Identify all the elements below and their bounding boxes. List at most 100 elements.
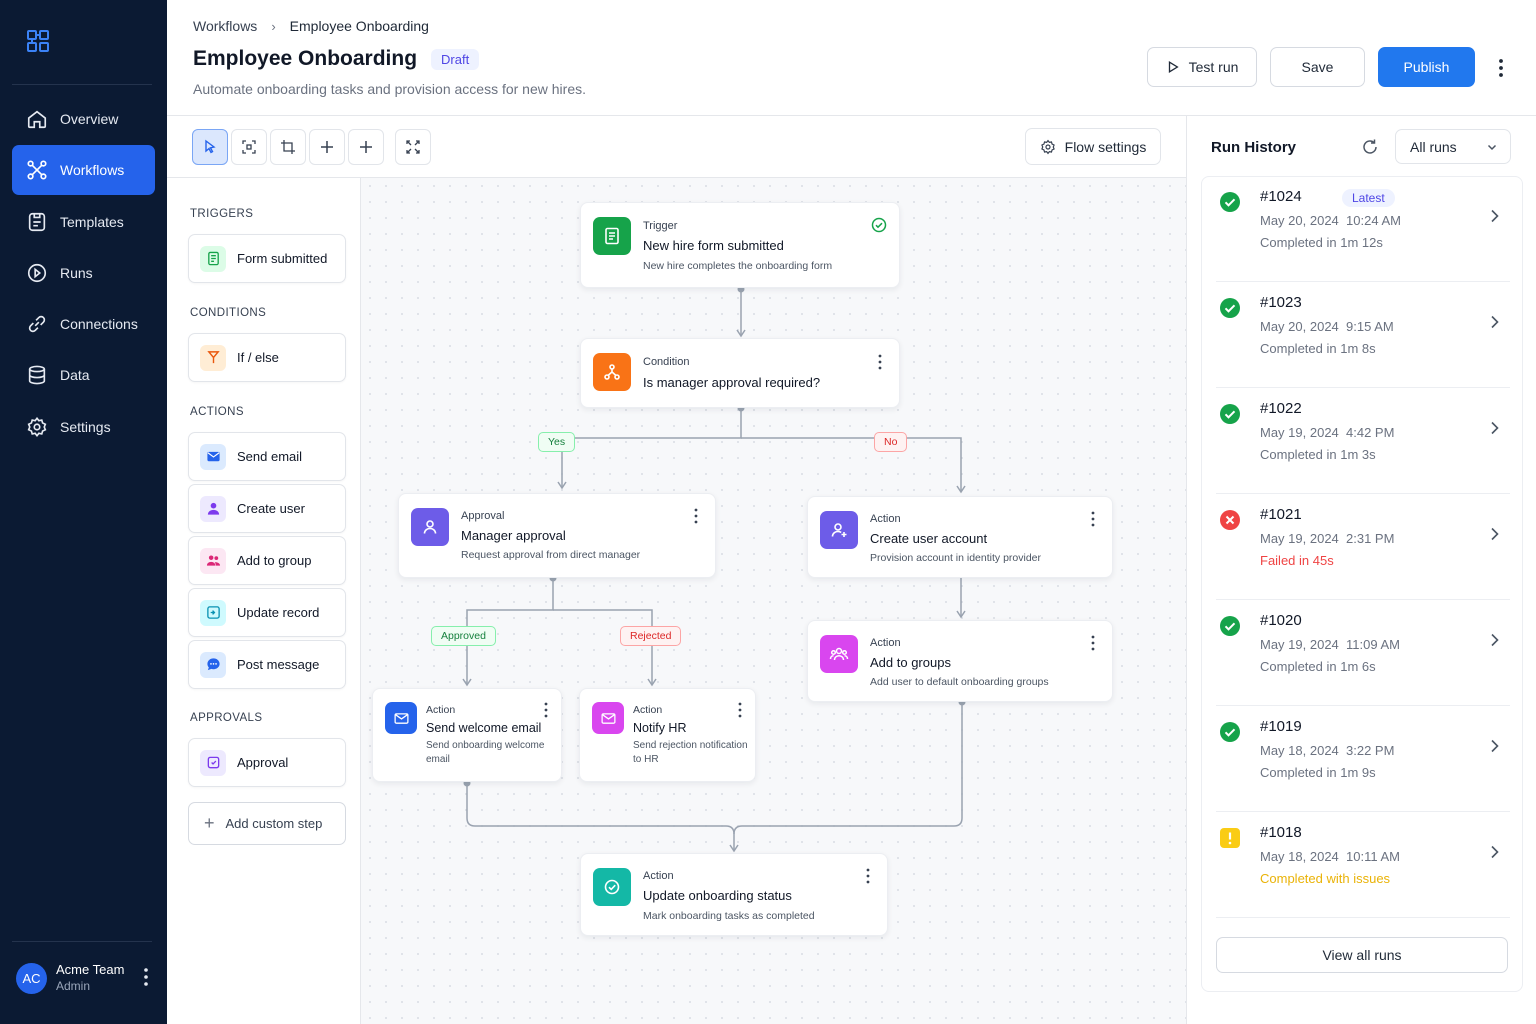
zoom-in-button[interactable]: [309, 129, 345, 165]
save-label: Save: [1301, 59, 1334, 75]
run-history-panel: Run History All runs #1024 Latest May 20…: [1186, 116, 1536, 1024]
kebab-menu-icon[interactable]: [142, 966, 150, 988]
node-title: Update onboarding status: [643, 888, 792, 903]
refresh-icon[interactable]: [1361, 138, 1379, 156]
sidebar-item-runs[interactable]: Runs: [12, 248, 155, 298]
chat-bubble-icon: [200, 651, 226, 678]
frame-select-button[interactable]: [231, 129, 267, 165]
select-tool-button[interactable]: [192, 129, 228, 165]
node-description: New hire completes the onboarding form: [643, 260, 833, 272]
node-update-onboarding-status[interactable]: Action Update onboarding status Mark onb…: [580, 853, 888, 936]
view-all-runs-button[interactable]: View all runs: [1216, 937, 1508, 973]
node-title: New hire form submitted: [643, 238, 784, 253]
user-plus-icon: [820, 511, 858, 549]
app-logo-icon[interactable]: [26, 29, 50, 53]
form-icon: [593, 217, 631, 255]
play-icon: [1168, 61, 1179, 73]
sidebar-item-templates[interactable]: Templates: [12, 197, 155, 247]
palette-section-heading: TRIGGERS: [190, 208, 254, 220]
node-notify-hr[interactable]: Action Notify HR Send rejection notifica…: [579, 688, 756, 782]
run-item[interactable]: #1023 May 20, 2024 9:15 AM Completed in …: [1216, 283, 1510, 388]
sidebar-item-label: Runs: [60, 265, 93, 281]
run-item[interactable]: #1020 May 19, 2024 11:09 AM Completed in…: [1216, 601, 1510, 706]
success-status-icon: [1220, 616, 1240, 636]
palette-item-send-email[interactable]: Send email: [188, 432, 346, 481]
palette-item-form-submitted[interactable]: Form submitted: [188, 234, 346, 283]
node-type: Condition: [643, 356, 690, 368]
plus-icon: +: [204, 813, 215, 833]
run-item[interactable]: #1019 May 18, 2024 3:22 PM Completed in …: [1216, 707, 1510, 812]
test-run-button[interactable]: Test run: [1147, 47, 1257, 87]
node-manager-approval[interactable]: Approval Manager approval Request approv…: [398, 493, 716, 578]
check-circle-icon: [593, 868, 631, 906]
run-timestamp: May 18, 2024 3:22 PM: [1260, 743, 1395, 758]
node-trigger[interactable]: Trigger New hire form submitted New hire…: [580, 202, 900, 288]
palette-item-update-record[interactable]: Update record: [188, 588, 346, 637]
kebab-menu-icon[interactable]: [693, 508, 699, 524]
success-status-icon: [1220, 298, 1240, 318]
flow-settings-button[interactable]: Flow settings: [1025, 128, 1161, 165]
workflow-canvas[interactable]: Yes No Approved Rejected Trigger New hir…: [362, 178, 1186, 1024]
branch-icon: [200, 344, 226, 371]
node-add-to-groups[interactable]: Action Add to groups Add user to default…: [807, 620, 1113, 702]
palette-item-add-to-group[interactable]: Add to group: [188, 536, 346, 585]
run-history-title: Run History: [1211, 139, 1297, 156]
kebab-menu-icon[interactable]: [877, 354, 883, 370]
run-id: #1018: [1260, 824, 1302, 841]
palette-item-create-user[interactable]: Create user: [188, 484, 346, 533]
kebab-menu-icon[interactable]: [1090, 635, 1096, 651]
save-button[interactable]: Save: [1270, 47, 1365, 87]
database-icon: [28, 365, 46, 385]
run-item[interactable]: #1022 May 19, 2024 4:42 PM Completed in …: [1216, 389, 1510, 494]
kebab-menu-icon[interactable]: [737, 702, 743, 718]
palette-item-post-message[interactable]: Post message: [188, 640, 346, 689]
gear-icon: [27, 416, 47, 438]
chevron-right-icon: [1491, 209, 1499, 223]
sidebar-item-connections[interactable]: Connections: [12, 299, 155, 349]
node-type: Action: [870, 637, 901, 649]
success-status-icon: [1220, 722, 1240, 742]
run-timestamp: May 19, 2024 2:31 PM: [1260, 531, 1395, 546]
sidebar-item-workflows[interactable]: Workflows: [12, 145, 155, 195]
crop-tool-button[interactable]: [270, 129, 306, 165]
kebab-menu-icon[interactable]: [543, 702, 549, 718]
node-description: Send rejection notification to HR: [633, 740, 748, 765]
add-custom-step-button[interactable]: + Add custom step: [188, 802, 346, 845]
sidebar-item-overview[interactable]: Overview: [12, 94, 155, 144]
breadcrumb-current: Employee Onboarding: [289, 18, 429, 34]
breadcrumb-root-link[interactable]: Workflows: [193, 18, 257, 34]
user-menu[interactable]: AC Acme Team Admin: [16, 958, 156, 998]
palette-section-heading: APPROVALS: [190, 712, 263, 724]
run-item[interactable]: #1021 May 19, 2024 2:31 PM Failed in 45s: [1216, 495, 1510, 600]
node-type: Action: [643, 870, 674, 882]
edge-label-rejected: Rejected: [620, 626, 682, 646]
kebab-menu-icon[interactable]: [865, 868, 871, 884]
mail-icon: [200, 443, 226, 470]
node-title: Add to groups: [870, 655, 951, 670]
palette-section-heading: CONDITIONS: [190, 307, 267, 319]
palette-item-approval[interactable]: Approval: [188, 738, 346, 787]
fit-view-button[interactable]: [395, 129, 431, 165]
run-item[interactable]: #1018 May 18, 2024 10:11 AM Completed wi…: [1216, 813, 1510, 918]
kebab-menu-icon[interactable]: [1090, 511, 1096, 527]
node-condition[interactable]: Condition Is manager approval required?: [580, 338, 900, 408]
palette-item-if-else[interactable]: If / else: [188, 333, 346, 382]
more-options-icon[interactable]: [1497, 58, 1505, 78]
form-icon: [200, 245, 226, 272]
success-status-icon: [1220, 404, 1240, 424]
run-detail: Completed in 1m 6s: [1260, 659, 1376, 674]
node-create-user-account[interactable]: Action Create user account Provision acc…: [807, 496, 1113, 578]
add-node-button[interactable]: [348, 129, 384, 165]
publish-button[interactable]: Publish: [1378, 47, 1475, 87]
node-send-welcome-email[interactable]: Action Send welcome email Send onboardin…: [372, 688, 562, 782]
run-timestamp: May 20, 2024 9:15 AM: [1260, 319, 1394, 334]
run-item[interactable]: #1024 Latest May 20, 2024 10:24 AM Compl…: [1216, 177, 1510, 282]
sidebar-item-data[interactable]: Data: [12, 350, 155, 400]
node-title: Create user account: [870, 531, 988, 546]
sidebar-item-settings[interactable]: Settings: [12, 402, 155, 452]
run-filter-select[interactable]: All runs: [1395, 129, 1511, 164]
workflow-icon: [27, 160, 47, 180]
link-icon: [28, 315, 46, 333]
run-detail: Completed in 1m 8s: [1260, 341, 1376, 356]
node-description: Provision account in identity provider: [870, 552, 1042, 564]
